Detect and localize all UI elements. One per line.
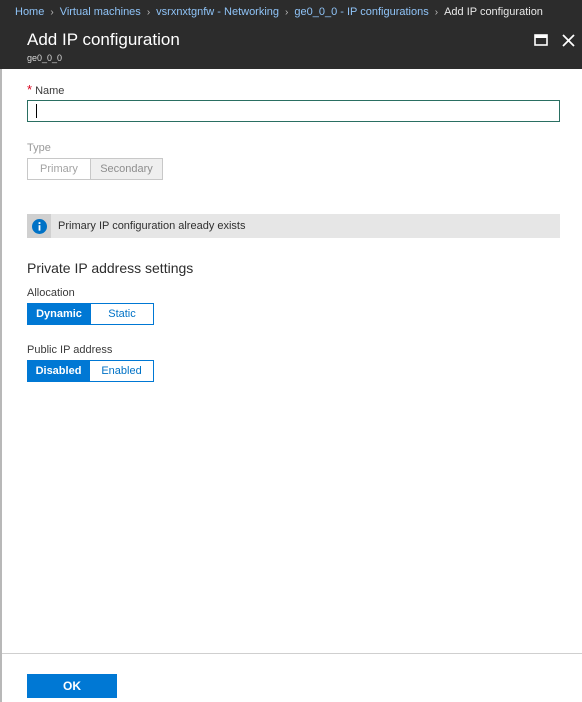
breadcrumb-separator: › [434,6,439,18]
private-ip-section-title: Private IP address settings [27,260,194,276]
info-message: Primary IP configuration already exists [58,220,246,232]
breadcrumb-current: Add IP configuration [444,6,543,18]
allocation-toggle: Dynamic Static [27,303,154,325]
blade-header: Add IP configuration ge0_0_0 [0,24,582,69]
breadcrumb-separator: › [285,6,289,18]
ok-button[interactable]: OK [27,674,117,698]
name-label-row: * Name [27,82,64,97]
public-ip-toggle: Disabled Enabled [27,360,154,382]
type-label: Type [27,142,51,154]
type-primary-option: Primary [27,158,91,180]
breadcrumb-networking[interactable]: vsrxnxtgnfw - Networking [156,6,279,18]
public-ip-enabled-option[interactable]: Enabled [90,360,154,382]
type-toggle: Primary Secondary [27,158,163,180]
breadcrumb-separator: › [50,6,54,18]
breadcrumb-home[interactable]: Home [15,6,44,18]
blade-edge [0,69,2,702]
public-ip-label: Public IP address [27,344,113,356]
name-input[interactable] [27,100,560,122]
info-icon [31,218,47,234]
page-title: Add IP configuration [27,30,180,49]
breadcrumb-separator: › [146,6,151,18]
maximize-icon [534,34,548,46]
public-ip-disabled-option[interactable]: Disabled [27,360,90,382]
allocation-dynamic-option[interactable]: Dynamic [27,303,91,325]
close-button[interactable] [559,31,577,49]
allocation-label: Allocation [27,287,75,299]
breadcrumb-virtual-machines[interactable]: Virtual machines [60,6,141,18]
allocation-static-option[interactable]: Static [91,303,154,325]
footer-divider [2,653,582,654]
close-icon [561,33,575,47]
required-marker: * [27,82,33,97]
breadcrumb: Home › Virtual machines › vsrxnxtgnfw - … [0,0,582,24]
text-caret [36,104,37,118]
maximize-button[interactable] [532,31,550,49]
info-bar: Primary IP configuration already exists [27,214,560,238]
breadcrumb-ip-configurations[interactable]: ge0_0_0 - IP configurations [294,6,428,18]
page-subtitle: ge0_0_0 [27,53,63,63]
name-label: Name [35,85,65,97]
info-icon-box [27,214,51,238]
type-secondary-option: Secondary [91,158,163,180]
